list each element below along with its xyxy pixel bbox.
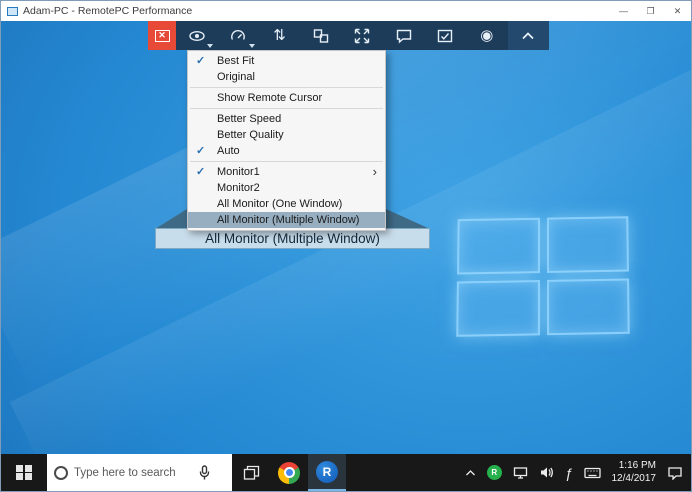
windows-logo-pane (546, 216, 628, 272)
taskbar-clock[interactable]: 1:16 PM 12/4/2017 (612, 460, 657, 485)
cortana-icon (54, 466, 68, 480)
clock-date: 12/4/2017 (612, 473, 657, 486)
collapse-toolbar-button[interactable] (508, 21, 549, 50)
menu-item-all-monitor-one-window[interactable]: All Monitor (One Window) (188, 196, 385, 212)
task-view-icon (243, 465, 260, 481)
menu-item-better-quality[interactable]: Better Quality (188, 127, 385, 143)
performance-button[interactable] (217, 21, 258, 50)
remotepc-icon: R (316, 461, 338, 483)
remote-desktop: ✕ ⇅ (1, 21, 691, 491)
view-options-button[interactable] (176, 21, 217, 50)
network-tray-button[interactable] (513, 466, 528, 479)
chrome-icon (278, 462, 300, 484)
record-button[interactable]: ◉ (466, 21, 507, 50)
whiteboard-button[interactable] (425, 21, 466, 50)
titlebar: Adam-PC - RemotePC Performance — ❐ ✕ (1, 1, 691, 21)
windows-logo-pane (547, 278, 630, 335)
chevron-up-icon (465, 469, 476, 477)
task-view-button[interactable] (232, 454, 270, 491)
windows-logo-pane (457, 218, 540, 274)
disconnect-icon: ✕ (155, 30, 170, 42)
check-icon: ✓ (196, 54, 205, 67)
menu-item-label: All Monitor (Multiple Window) (217, 214, 359, 226)
menu-item-best-fit[interactable]: ✓ Best Fit (188, 53, 385, 69)
remotepc-tray-icon: R (487, 465, 502, 480)
tray-expand-button[interactable] (465, 469, 476, 477)
search-input[interactable] (74, 467, 192, 479)
chrome-taskbar-button[interactable] (270, 454, 308, 491)
taskbar: R R (1, 454, 691, 491)
menu-item-original[interactable]: Original (188, 69, 385, 85)
app-icon (7, 7, 18, 16)
menu-item-label: Better Speed (217, 113, 281, 125)
file-transfer-icon (312, 27, 330, 45)
taskbar-search[interactable] (47, 454, 232, 491)
windows-start-icon (16, 465, 32, 481)
remotepc-taskbar-button[interactable]: R (308, 454, 346, 491)
disconnect-button[interactable]: ✕ (148, 21, 176, 50)
menu-item-show-remote-cursor[interactable]: Show Remote Cursor (188, 90, 385, 106)
windows-logo-pane (456, 280, 539, 337)
menu-item-monitor1[interactable]: ✓ Monitor1 › (188, 164, 385, 180)
start-button[interactable] (1, 454, 47, 491)
window-title: Adam-PC - RemotePC Performance (23, 5, 610, 17)
volume-tray-button[interactable] (539, 466, 554, 479)
fullscreen-expand-icon (353, 27, 371, 45)
dropdown-caret-icon (249, 44, 255, 48)
action-center-icon (667, 466, 683, 480)
maximize-button[interactable]: ❐ (637, 1, 664, 21)
keyboard-icon (584, 467, 601, 479)
check-icon: ✓ (196, 144, 205, 157)
fullscreen-button[interactable] (342, 21, 383, 50)
submenu-arrow-icon: › (373, 164, 377, 180)
whiteboard-check-icon (436, 27, 454, 45)
remote-session-window: Adam-PC - RemotePC Performance — ❐ ✕ ✕ (0, 0, 692, 492)
record-icon: ◉ (480, 28, 493, 43)
chevron-up-icon (519, 27, 537, 45)
dropdown-caret-icon (207, 44, 213, 48)
minimize-button[interactable]: — (610, 1, 637, 21)
file-transfer-button[interactable] (300, 21, 341, 50)
menu-item-all-monitor-multiple-window[interactable]: All Monitor (Multiple Window) (188, 212, 385, 228)
menu-separator (190, 161, 383, 162)
menu-item-label: Show Remote Cursor (217, 92, 322, 104)
touch-keyboard-button[interactable] (584, 467, 601, 479)
close-button[interactable]: ✕ (664, 1, 691, 21)
menu-item-label: Original (217, 71, 255, 83)
system-tray: R ƒ (465, 460, 691, 485)
action-center-button[interactable] (667, 466, 683, 480)
menu-item-monitor2[interactable]: Monitor2 (188, 180, 385, 196)
window-controls: — ❐ ✕ (610, 1, 691, 21)
menu-item-label: Better Quality (217, 129, 284, 141)
sync-arrows-icon: ⇅ (273, 28, 286, 43)
speedometer-icon (229, 27, 247, 45)
menu-separator (190, 108, 383, 109)
speaker-icon (539, 466, 554, 479)
view-options-menu: ✓ Best Fit Original Show Remote Cursor B… (187, 50, 386, 231)
chat-bubble-icon (395, 27, 413, 45)
microphone-icon[interactable] (198, 465, 211, 480)
menu-item-label: Monitor2 (217, 182, 260, 194)
eye-icon (188, 27, 206, 45)
pen-icon: ƒ (565, 465, 573, 481)
menu-item-label: Monitor1 (217, 166, 260, 178)
remote-toolbar: ✕ ⇅ (148, 21, 549, 50)
magnified-menu-item-preview: All Monitor (Multiple Window) (155, 228, 430, 249)
network-icon (513, 466, 528, 479)
chat-button[interactable] (383, 21, 424, 50)
pen-tray-button[interactable]: ƒ (565, 465, 573, 481)
menu-item-label: Best Fit (217, 55, 254, 67)
menu-item-better-speed[interactable]: Better Speed (188, 111, 385, 127)
remotepc-tray-button[interactable]: R (487, 465, 502, 480)
sync-button[interactable]: ⇅ (259, 21, 300, 50)
check-icon: ✓ (196, 165, 205, 178)
menu-item-auto[interactable]: ✓ Auto (188, 143, 385, 159)
menu-item-label: All Monitor (One Window) (217, 198, 342, 210)
clock-time: 1:16 PM (612, 460, 657, 473)
menu-separator (190, 87, 383, 88)
windows-logo (456, 216, 629, 337)
menu-item-label: Auto (217, 145, 240, 157)
